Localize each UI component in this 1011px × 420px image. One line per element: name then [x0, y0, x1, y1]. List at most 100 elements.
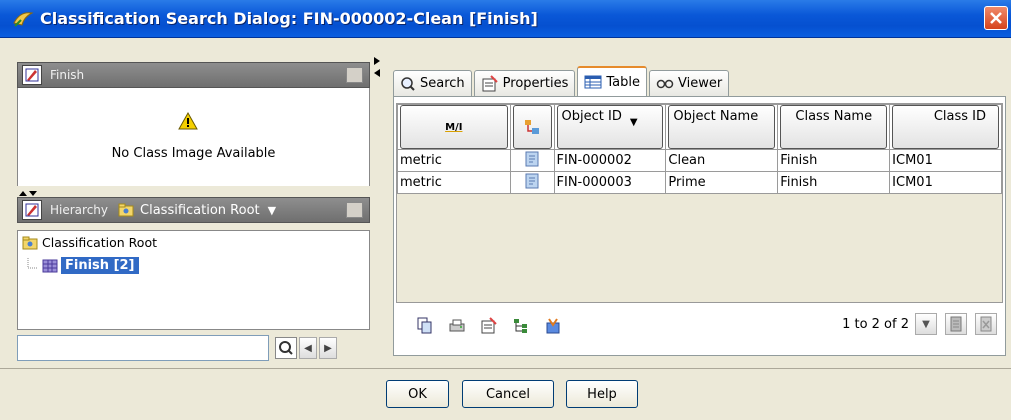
cell-class-id: ICM01 — [889, 171, 1002, 194]
minimize-panel-button[interactable] — [346, 67, 363, 83]
chevron-right-icon: ▶ — [324, 342, 332, 354]
table-icon — [584, 75, 602, 89]
properties-icon[interactable] — [480, 317, 498, 335]
object-name-header-label: Object Name — [673, 109, 759, 124]
column-header-object-id[interactable]: Object ID ▼ — [553, 104, 667, 150]
cell-class-id: ICM01 — [889, 149, 1002, 172]
hierarchy-panel-header: Hierarchy Classification Root ▼ — [17, 197, 370, 223]
class-id-header-label: Class ID — [933, 109, 986, 124]
search-icon — [400, 76, 416, 92]
class-name-header-label: Class Name — [795, 109, 873, 124]
root-selector-label: Classification Root — [140, 202, 260, 218]
folder-icon — [118, 203, 134, 217]
column-header-class-id[interactable]: Class ID — [889, 104, 1002, 150]
cancel-button[interactable]: Cancel — [462, 380, 554, 408]
tab-viewer-label: Viewer — [678, 76, 723, 91]
footer-separator — [0, 368, 1011, 369]
hierarchy-tree: Classification Root Finish [2] — [17, 230, 370, 330]
tab-viewer[interactable]: Viewer — [649, 70, 730, 96]
app-icon — [12, 8, 34, 30]
cell-icon — [509, 149, 555, 172]
tab-search-label: Search — [420, 76, 465, 91]
results-table-area: M/I Object ID ▼ Object Name Class Name C… — [396, 103, 1003, 303]
column-header-mi[interactable]: M/I — [397, 104, 511, 150]
object-id-header-label: Object ID — [561, 109, 622, 124]
clear-page-icon — [980, 316, 992, 332]
hierarchy-label: Hierarchy — [50, 203, 109, 217]
close-button[interactable] — [984, 6, 1008, 30]
hierarchy-icon[interactable] — [512, 317, 530, 335]
hierarchy-search-row: ◀ ▶ — [17, 333, 370, 363]
pager-text: 1 to 2 of 2 — [842, 316, 909, 332]
splitter-handle[interactable] — [17, 186, 57, 196]
page-icon — [950, 316, 962, 332]
tab-table-label: Table — [606, 74, 640, 90]
copy-icon[interactable] — [416, 317, 434, 335]
cell-object-id: FIN-000002 — [553, 149, 667, 172]
cell-object-id: FIN-000003 — [553, 171, 667, 194]
pager-clear-button[interactable] — [975, 313, 997, 335]
warning-icon — [178, 111, 198, 134]
tab-content: M/I Object ID ▼ Object Name Class Name C… — [393, 96, 1006, 356]
class-grid-icon — [42, 259, 58, 272]
finish-panel-title: Finish — [50, 68, 85, 82]
object-icon — [525, 151, 539, 166]
next-button[interactable]: ▶ — [319, 337, 337, 359]
help-button[interactable]: Help — [566, 380, 638, 408]
cell-unit: metric — [397, 149, 511, 172]
close-icon — [990, 12, 1002, 24]
prev-button[interactable]: ◀ — [299, 337, 317, 359]
column-header-icon[interactable] — [509, 104, 555, 150]
chevron-down-icon: ▼ — [922, 318, 930, 330]
ok-button[interactable]: OK — [386, 380, 449, 408]
viewer-icon — [656, 79, 674, 89]
tree-child-node[interactable]: Finish [2] — [26, 257, 139, 274]
chevron-left-icon: ◀ — [304, 342, 312, 354]
root-selector[interactable]: Classification Root ▼ — [118, 203, 276, 218]
search-icon — [279, 341, 293, 355]
object-icon — [525, 173, 539, 188]
classify-icon[interactable] — [544, 317, 562, 335]
print-icon[interactable] — [448, 317, 466, 335]
cell-icon — [509, 171, 555, 194]
tree-child-label: Finish [2] — [61, 257, 139, 274]
column-header-class-name[interactable]: Class Name — [777, 104, 891, 150]
window-title: Classification Search Dialog: FIN-000002… — [40, 9, 538, 28]
pager: 1 to 2 of 2 ▼ — [842, 313, 997, 335]
edit-icon[interactable] — [22, 65, 42, 85]
hierarchy-link-icon — [525, 120, 540, 134]
minimize-panel-button[interactable] — [346, 202, 363, 218]
cell-object-name: Clean — [665, 149, 779, 172]
tab-search[interactable]: Search — [393, 70, 472, 96]
pager-page-button[interactable] — [945, 313, 967, 335]
title-bar: Classification Search Dialog: FIN-000002… — [0, 0, 1011, 38]
chevron-down-icon: ▼ — [267, 203, 277, 217]
tree-root-label: Classification Root — [42, 235, 158, 250]
tree-root-node[interactable]: Classification Root — [22, 235, 157, 250]
column-header-object-name[interactable]: Object Name — [665, 104, 779, 150]
mi-header-label: M/I — [445, 121, 463, 133]
tab-bar: Search Properties Table Viewer — [393, 66, 731, 96]
sort-desc-icon: ▼ — [629, 117, 638, 128]
cell-class-name: Finish — [777, 171, 891, 194]
table-toolbar — [416, 317, 562, 335]
tab-properties[interactable]: Properties — [473, 70, 576, 96]
cell-object-name: Prime — [665, 171, 779, 194]
class-image-area: No Class Image Available — [17, 88, 370, 186]
table-row[interactable]: metric FIN-000002 Clean Finish ICM01 — [397, 149, 1002, 172]
cell-unit: metric — [397, 171, 511, 194]
results-table: M/I Object ID ▼ Object Name Class Name C… — [397, 104, 1002, 194]
tree-line-icon — [27, 257, 38, 268]
hierarchy-search-input[interactable] — [17, 335, 269, 361]
search-button[interactable] — [275, 337, 297, 359]
no-image-text: No Class Image Available — [111, 146, 276, 161]
tab-table[interactable]: Table — [577, 66, 647, 96]
edit-icon[interactable] — [22, 200, 42, 220]
vertical-splitter[interactable] — [373, 55, 381, 85]
properties-icon — [481, 74, 499, 93]
folder-icon — [22, 236, 38, 249]
cell-class-name: Finish — [777, 149, 891, 172]
pager-dropdown-button[interactable]: ▼ — [915, 313, 937, 335]
table-row[interactable]: metric FIN-000003 Prime Finish ICM01 — [397, 171, 1002, 194]
finish-panel-header: Finish — [17, 62, 370, 88]
